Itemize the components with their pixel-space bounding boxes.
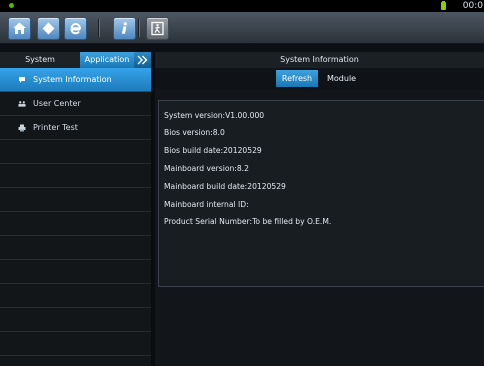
scroll-tabs-button[interactable] [134,52,151,68]
clock: 00:0 [462,1,483,11]
list-item [0,212,151,236]
home-icon [13,22,26,34]
list-item [0,188,151,212]
system-info-panel: System version:V1.00.000 Bios version:8.… [158,100,484,287]
notification-dot-icon [9,3,14,8]
status-bar: 00:0 [0,0,484,12]
diamond-icon [42,22,55,35]
system-version: System version:V1.00.000 [164,111,265,120]
toolbar-separator [98,19,100,37]
main-panel: System Information Refresh Module System… [155,52,484,366]
home-button[interactable] [8,17,31,40]
mainboard-internal-id: Mainboard internal ID: [164,200,249,209]
sidebar-tabs: System Application [0,52,151,68]
list-item [0,164,151,188]
bios-version: Bios version:8.0 [164,128,225,137]
browser-button[interactable] [64,17,87,40]
info-button[interactable] [113,17,136,40]
diamond-button[interactable] [37,17,60,40]
page-title: System Information [155,52,484,68]
exit-icon [151,21,164,36]
list-item [0,284,151,308]
tab-system[interactable]: System [0,52,80,68]
mainboard-version: Mainboard version:8.2 [164,164,249,173]
chat-icon [19,77,25,83]
sidebar-item-printer-test[interactable]: Printer Test [0,116,151,140]
sidebar-item-label: Printer Test [33,123,78,132]
list-item [0,260,151,284]
bios-build-date: Bios build date:20120529 [164,146,262,155]
toolbar [0,12,484,44]
exit-button[interactable] [146,17,169,40]
list-item [0,332,151,356]
list-item [0,140,151,164]
product-serial-number: Product Serial Number:To be filled by O.… [164,217,332,226]
content-tabs: Refresh Module [155,68,484,89]
list-item [0,308,151,332]
info-icon [122,22,127,34]
mainboard-build-date: Mainboard build date:20120529 [164,182,286,191]
sidebar-item-label: User Center [33,99,81,108]
sidebar-item-system-information[interactable]: System Information [0,68,151,92]
double-chevron-right-icon [137,55,148,65]
sidebar: System Application System Information Us… [0,52,151,366]
browser-icon [70,22,82,35]
users-icon [18,101,26,107]
battery-icon [441,1,446,10]
tab-module[interactable]: Module [327,70,356,87]
sidebar-item-label: System Information [33,75,112,84]
tab-application[interactable]: Application [80,52,134,68]
printer-icon [18,124,26,132]
sidebar-item-user-center[interactable]: User Center [0,92,151,116]
refresh-button[interactable]: Refresh [276,70,318,87]
list-item [0,236,151,260]
toolbar-separator [138,19,140,37]
